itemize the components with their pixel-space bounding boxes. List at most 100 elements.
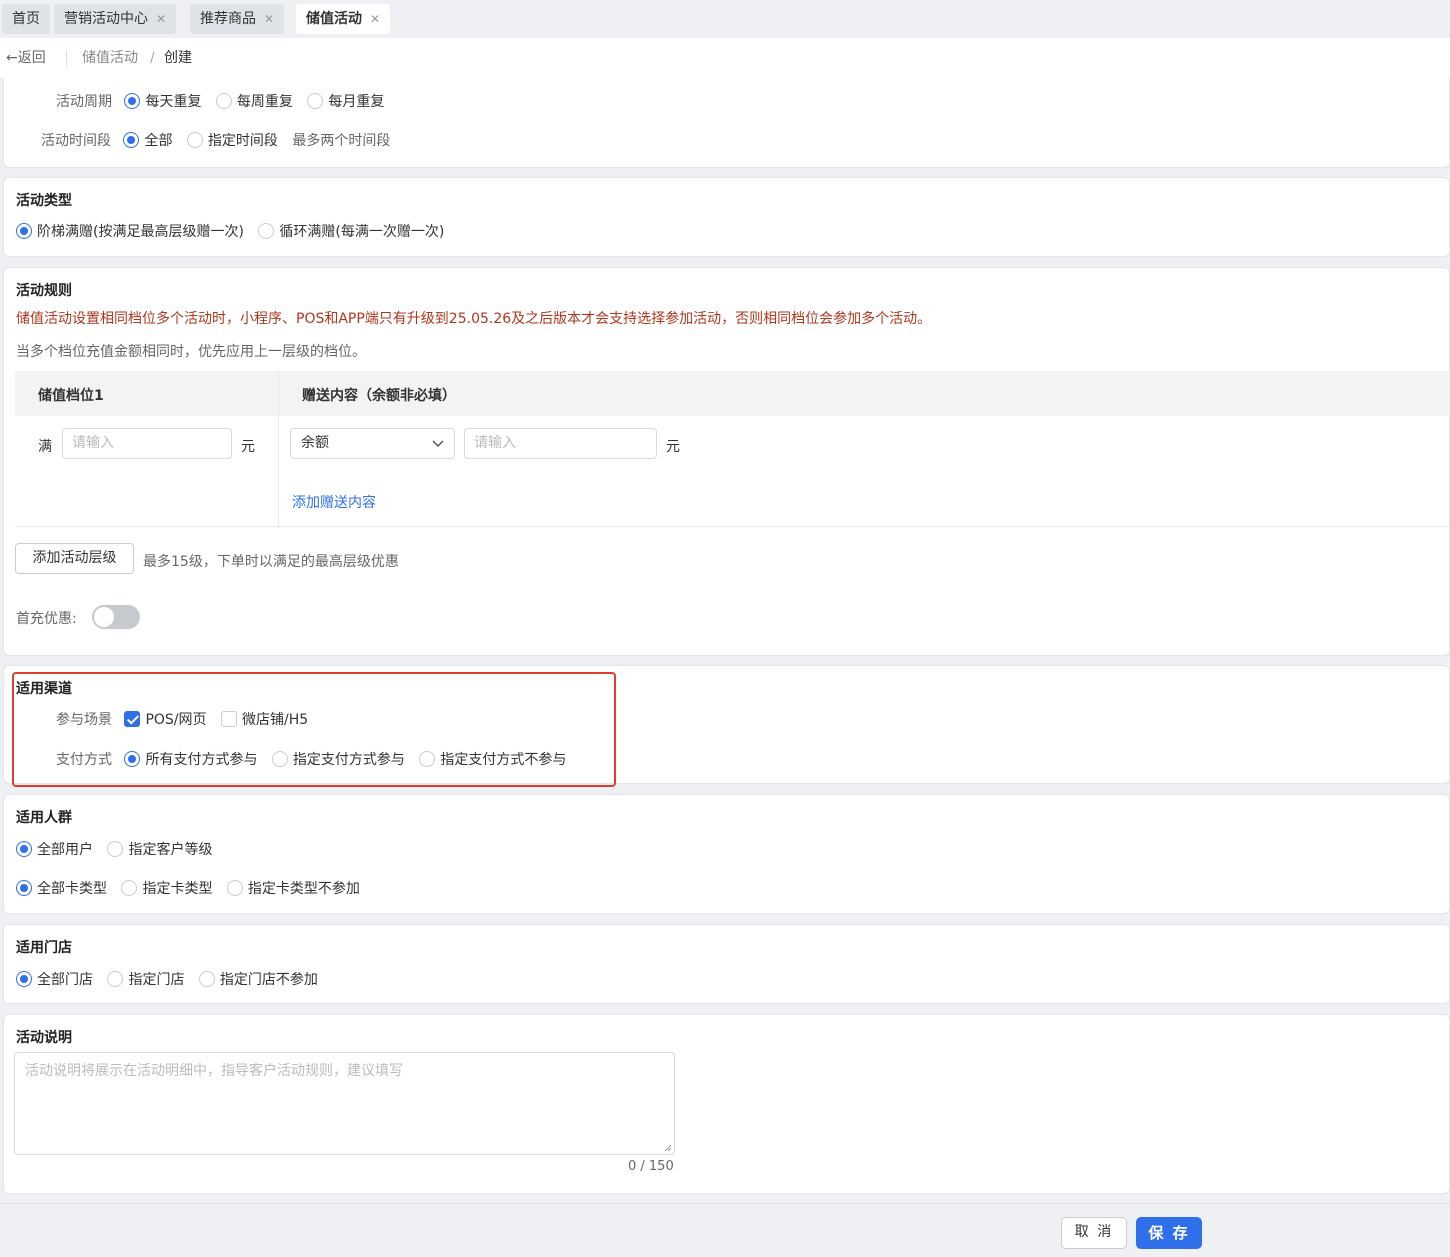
divider — [278, 371, 279, 527]
stores-options: 全部门店 指定门店 指定门店不参加 — [16, 969, 328, 989]
full-label: 满 — [38, 439, 52, 455]
radio-label: 指定时间段 — [207, 133, 278, 149]
radio-store-excluded[interactable]: 指定门店不参加 — [198, 971, 328, 988]
tier-table-header — [15, 371, 1450, 416]
radio-dot — [226, 880, 243, 896]
radio-dot — [124, 751, 141, 767]
radio-weekly[interactable]: 每周重复 — [215, 93, 303, 110]
first-charge-label: 首充优惠: — [16, 611, 77, 627]
tab-stored-value[interactable]: 储值活动 ✕ — [296, 4, 391, 34]
select-value: 余额 — [301, 435, 329, 451]
radio-dot — [107, 971, 124, 987]
radio-label: 指定支付方式参与 — [292, 752, 405, 768]
tab-label: 营销活动中心 — [64, 11, 148, 27]
radio-label: 指定卡类型 — [142, 881, 213, 897]
radio-label: 指定门店不参加 — [219, 972, 318, 988]
radio-time-all[interactable]: 全部 — [123, 132, 182, 149]
radio-label: 阶梯满赠(按满足最高层级赠一次) — [37, 224, 244, 240]
radio-dot — [198, 971, 215, 987]
card-type-row: 全部卡类型 指定卡类型 指定卡类型不参加 — [16, 878, 370, 898]
section-title: 活动规则 — [16, 283, 72, 299]
pay-row: 支付方式 所有支付方式参与 指定支付方式参与 指定支付方式不参与 — [56, 749, 576, 769]
divider — [66, 50, 67, 66]
cancel-button[interactable]: 取 消 — [1061, 1217, 1127, 1249]
tab-marketing-center[interactable]: 营销活动中心 ✕ — [54, 4, 177, 34]
checkbox-label: 微店铺/H5 — [241, 712, 309, 728]
radio-all-stores[interactable]: 全部门店 — [16, 971, 103, 988]
radio-dot — [307, 93, 324, 109]
radio-daily[interactable]: 每天重复 — [124, 93, 211, 110]
scene-label: 参与场景 — [56, 712, 112, 728]
level-hint: 最多15级，下单时以满足的最高层级优惠 — [143, 554, 399, 570]
radio-pay-specified[interactable]: 指定支付方式参与 — [271, 751, 415, 768]
radio-label: 每月重复 — [328, 94, 385, 110]
gift-amount-input[interactable]: 请输入 — [464, 428, 657, 459]
radio-label: 指定客户等级 — [128, 842, 213, 858]
radio-user-level[interactable]: 指定客户等级 — [107, 841, 222, 858]
radio-card-specified[interactable]: 指定卡类型 — [121, 880, 222, 897]
radio-dot — [124, 93, 141, 109]
radio-dot — [123, 132, 140, 148]
char-counter: 0 / 150 — [628, 1159, 674, 1174]
resize-handle-icon[interactable] — [664, 1144, 672, 1152]
breadcrumb: ←返回 储值活动 / 创建 — [0, 38, 1450, 78]
tab-home[interactable]: 首页 — [2, 4, 50, 34]
cycle-label: 活动周期 — [56, 94, 112, 110]
tab-label: 首页 — [12, 11, 40, 27]
radio-label: 指定门店 — [128, 972, 185, 988]
add-gift-link[interactable]: 添加赠送内容 — [292, 492, 376, 512]
radio-label: 指定支付方式不参与 — [440, 752, 567, 768]
breadcrumb-separator: / — [150, 50, 155, 66]
radio-label: 每天重复 — [145, 94, 202, 110]
add-level-button[interactable]: 添加活动层级 — [15, 543, 134, 574]
activity-type-card: 活动类型 阶梯满赠(按满足最高层级赠一次) 循环满赠(每满一次赠一次) — [3, 177, 1450, 257]
footer-bar: 取 消 保 存 — [0, 1203, 1450, 1257]
breadcrumb-parent[interactable]: 储值活动 — [82, 38, 138, 78]
gift-type-select[interactable]: 余额 — [290, 428, 455, 459]
checkbox-pos-web[interactable]: POS/网页 — [124, 711, 216, 728]
radio-dot — [16, 841, 32, 857]
close-icon[interactable]: ✕ — [370, 12, 380, 26]
chevron-down-icon — [432, 440, 444, 448]
radio-label: 循环满赠(每满一次赠一次) — [279, 224, 445, 240]
gift-unit-label: 元 — [666, 439, 680, 455]
radio-label: 全部卡类型 — [37, 881, 107, 897]
radio-store-specified[interactable]: 指定门店 — [107, 971, 194, 988]
section-title: 适用门店 — [16, 940, 72, 956]
radio-card-excluded[interactable]: 指定卡类型不参加 — [226, 880, 370, 897]
radio-pay-all[interactable]: 所有支付方式参与 — [124, 751, 267, 768]
save-button[interactable]: 保 存 — [1136, 1217, 1202, 1249]
radio-dot — [121, 880, 138, 896]
radio-dot — [258, 223, 275, 239]
section-title: 活动说明 — [16, 1030, 72, 1046]
unit-label: 元 — [241, 439, 255, 455]
time-hint: 最多两个时间段 — [292, 133, 391, 149]
radio-dot — [271, 751, 288, 767]
radio-all-users[interactable]: 全部用户 — [16, 841, 103, 858]
cycle-row: 活动周期 每天重复 每周重复 每月重复 — [56, 91, 394, 111]
first-charge-toggle[interactable] — [92, 605, 140, 629]
radio-tiered[interactable]: 阶梯满赠(按满足最高层级赠一次) — [16, 223, 254, 240]
time-row: 活动时间段 全部 指定时间段 最多两个时间段 — [41, 130, 390, 150]
radio-pay-excluded[interactable]: 指定支付方式不参与 — [419, 751, 576, 768]
checkbox-mini-shop[interactable]: 微店铺/H5 — [220, 711, 318, 728]
close-icon[interactable]: ✕ — [264, 12, 274, 26]
user-row: 全部用户 指定客户等级 — [16, 839, 222, 859]
back-button[interactable]: ←返回 — [6, 38, 46, 78]
rules-note: 当多个档位充值金额相同时，优先应用上一层级的档位。 — [16, 344, 366, 360]
period-card: 活动周期 每天重复 每周重复 每月重复 活动时间段 全部 指定时间段 最多两个时… — [3, 78, 1450, 168]
close-icon[interactable]: ✕ — [156, 12, 166, 26]
amount-input[interactable]: 请输入 — [62, 428, 232, 459]
description-textarea[interactable]: 活动说明将展示在活动明细中，指导客户活动规则，建议填写 — [14, 1052, 675, 1155]
tab-recommended-products[interactable]: 推荐商品 ✕ — [190, 4, 285, 34]
radio-all-cards[interactable]: 全部卡类型 — [16, 880, 117, 897]
radio-time-specified[interactable]: 指定时间段 — [186, 132, 288, 149]
section-title: 适用渠道 — [16, 681, 72, 697]
stores-card: 适用门店 全部门店 指定门店 指定门店不参加 — [3, 924, 1450, 1004]
time-label: 活动时间段 — [41, 133, 111, 149]
channel-card: 适用渠道 参与场景 POS/网页 微店铺/H5 支付方式 所有支付方式参与 指定… — [3, 665, 1450, 784]
radio-cyclic[interactable]: 循环满赠(每满一次赠一次) — [258, 223, 454, 240]
radio-dot — [215, 93, 232, 109]
radio-monthly[interactable]: 每月重复 — [307, 93, 394, 110]
section-title: 适用人群 — [16, 810, 72, 826]
